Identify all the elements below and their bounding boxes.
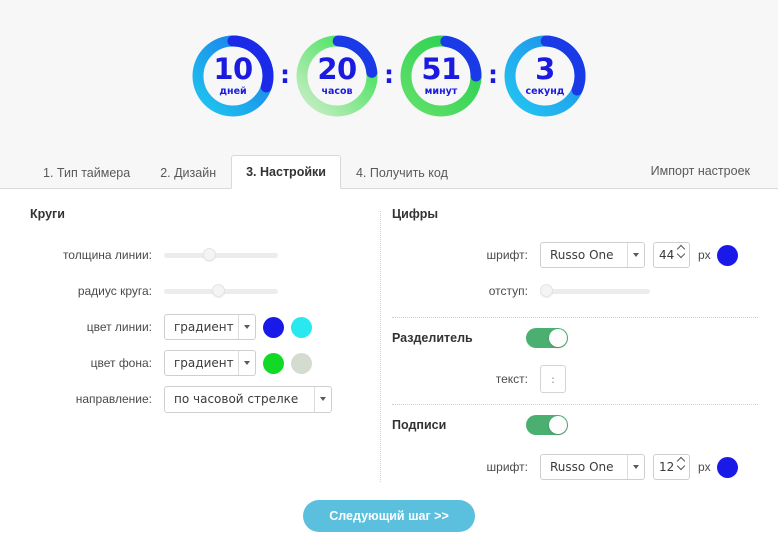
row-digits-indent: отступ: [392, 273, 778, 309]
circle-radius-knob[interactable] [211, 284, 225, 297]
digits-font-family-value: Russo One [550, 248, 614, 262]
timer-unit-hours: 20 часов [292, 29, 382, 124]
line-thickness-slider[interactable] [164, 247, 278, 263]
bg-color-mode-select[interactable]: градиент [164, 350, 256, 376]
chevron-down-icon[interactable] [627, 455, 644, 479]
digits-indent-label: отступ: [488, 284, 528, 298]
line-color-mode-value: градиент [174, 320, 234, 334]
settings-panel: Круги толщина линии: радиус круга: цвет … [0, 189, 778, 492]
bg-color-label: цвет фона: [90, 356, 152, 370]
direction-value: по часовой стрелке [174, 392, 299, 406]
digits-indent-track[interactable] [540, 288, 650, 294]
timer-widget: 10 дней : 20 часов: 51 минут: 3 секунд [188, 29, 590, 124]
row-line-color: цвет линии: градиент [30, 309, 380, 345]
row-circle-radius: радиус круга: [30, 273, 380, 309]
chevron-down-icon[interactable] [238, 315, 255, 339]
donut-ring-days [189, 32, 277, 120]
tab-settings[interactable]: 3. Настройки [231, 155, 341, 189]
chevron-up-icon[interactable] [677, 457, 686, 462]
separator-section-title: Разделитель [392, 331, 473, 345]
settings-column-digits: Цифры шрифт: Russo One 44 px отступ: Раз… [380, 207, 778, 492]
captions-font-size-value: 12 [659, 460, 675, 474]
footer-bar: Следующий шаг >> [0, 492, 778, 540]
captions-font-family-value: Russo One [550, 460, 614, 474]
row-captions-font: шрифт: Russo One 12 px [392, 449, 778, 485]
circle-radius-slider[interactable] [164, 283, 278, 299]
digits-section-title: Цифры [392, 207, 439, 221]
donut-svg-minutes [400, 35, 482, 117]
donut-svg-hours [296, 35, 378, 117]
digits-font-label: шрифт: [486, 248, 528, 262]
row-separator-text: текст: : [392, 362, 778, 396]
next-step-button[interactable]: Следующий шаг >> [303, 500, 475, 532]
timer-separator-1: : [280, 59, 290, 89]
separator-section-header: Разделитель [392, 328, 778, 348]
line-thickness-label: толщина линии: [62, 248, 152, 262]
row-digits-font: шрифт: Russo One 44 px [392, 237, 778, 273]
tab-bar: 1. Тип таймера 2. Дизайн 3. Настройки 4.… [0, 152, 778, 189]
captions-font-family-select[interactable]: Russo One [540, 454, 645, 480]
divider-captions-section [392, 404, 758, 405]
donut-svg-days [192, 35, 274, 117]
digits-font-family-select[interactable]: Russo One [540, 242, 645, 268]
chevron-down-icon[interactable] [238, 351, 255, 375]
captions-font-label: шрифт: [486, 460, 528, 474]
donut-svg-seconds [504, 35, 586, 117]
captions-font-size-stepper[interactable]: 12 [653, 454, 690, 480]
timer-preview-banner: 10 дней : 20 часов: 51 минут: 3 секунд [0, 0, 778, 152]
chevron-down-icon[interactable] [627, 243, 644, 267]
tab-timer-type[interactable]: 1. Тип таймера [28, 156, 145, 189]
line-thickness-knob[interactable] [202, 248, 216, 261]
digits-font-size-stepper[interactable]: 44 [653, 242, 690, 268]
chevron-down-icon[interactable] [677, 252, 686, 257]
timer-separator-2: : [384, 59, 394, 89]
digits-font-size-value: 44 [659, 248, 675, 262]
tab-design[interactable]: 2. Дизайн [145, 156, 231, 189]
captions-font-color-swatch[interactable] [716, 456, 738, 478]
divider-separator-section [392, 317, 758, 318]
chevron-down-icon[interactable] [677, 464, 686, 469]
bg-color-swatch-1[interactable] [263, 352, 284, 374]
direction-select[interactable]: по часовой стрелке [164, 385, 332, 413]
line-color-swatch-1[interactable] [263, 316, 284, 338]
line-thickness-track[interactable] [164, 252, 278, 258]
digits-indent-knob[interactable] [540, 284, 553, 297]
timer-unit-days: 10 дней [188, 29, 278, 124]
donut-ring-minutes [397, 32, 485, 120]
chevron-down-icon[interactable] [314, 386, 331, 412]
captions-section-header: Подписи [392, 415, 778, 435]
digits-indent-slider[interactable] [540, 283, 650, 299]
circles-section-title: Круги [30, 207, 65, 221]
captions-section-title: Подписи [392, 418, 447, 432]
stepper-arrows[interactable] [677, 245, 686, 257]
captions-font-size-unit: px [698, 460, 711, 474]
chevron-up-icon[interactable] [677, 245, 686, 250]
bg-color-swatch-2[interactable] [291, 352, 312, 374]
circle-radius-label: радиус круга: [77, 284, 152, 298]
donut-ring-hours [293, 32, 381, 120]
row-bg-color: цвет фона: градиент [30, 345, 380, 381]
settings-column-circles: Круги толщина линии: радиус круга: цвет … [0, 207, 380, 492]
row-line-thickness: толщина линии: [30, 237, 380, 273]
direction-label: направление: [75, 392, 152, 406]
digits-font-size-unit: px [698, 248, 711, 262]
line-color-label: цвет линии: [86, 320, 152, 334]
line-color-mode-select[interactable]: градиент [164, 314, 256, 340]
import-settings-link[interactable]: Импорт настроек [643, 155, 758, 188]
captions-enable-toggle[interactable] [526, 415, 568, 435]
timer-unit-seconds: 3 секунд [500, 29, 590, 124]
bg-color-mode-value: градиент [174, 356, 234, 370]
stepper-arrows[interactable] [677, 457, 686, 469]
timer-separator-3: : [488, 59, 498, 89]
donut-ring-seconds [501, 32, 589, 120]
tab-get-code[interactable]: 4. Получить код [341, 156, 463, 189]
timer-unit-minutes: 51 минут [396, 29, 486, 124]
separator-text-label: текст: [495, 372, 528, 386]
row-direction: направление: по часовой стрелке [30, 381, 380, 417]
separator-enable-toggle[interactable] [526, 328, 568, 348]
digits-font-color-swatch[interactable] [716, 244, 738, 266]
line-color-swatch-2[interactable] [291, 316, 312, 338]
separator-text-input[interactable]: : [540, 365, 566, 393]
